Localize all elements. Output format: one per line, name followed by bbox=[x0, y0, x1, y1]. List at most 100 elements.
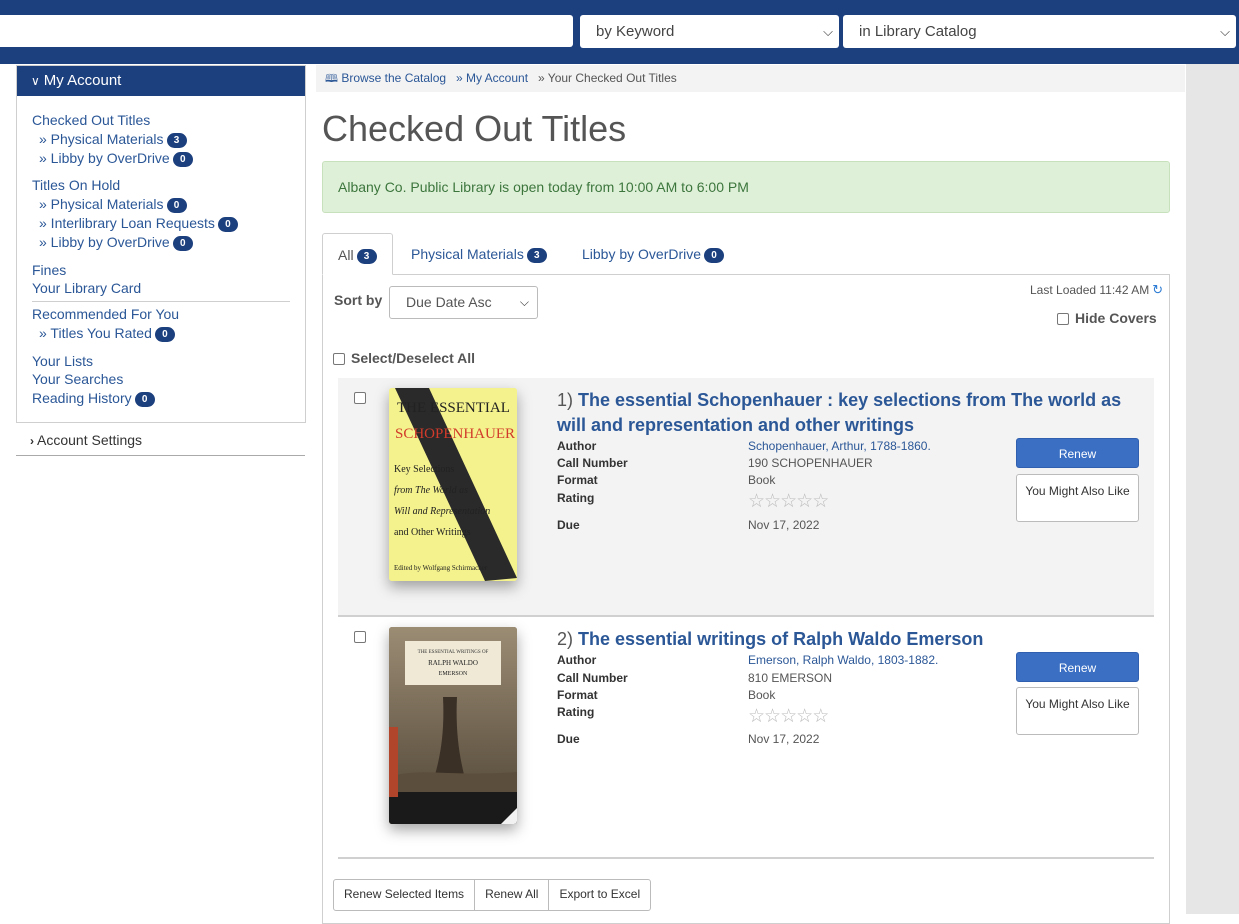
star-icon[interactable]: ☆ bbox=[812, 706, 829, 727]
due-value: Nov 17, 2022 bbox=[748, 732, 820, 746]
cover-title-line: THE ESSENTIAL bbox=[397, 400, 510, 416]
my-account-header[interactable]: ∨ My Account bbox=[17, 66, 305, 96]
select-all-toggle[interactable]: Select/Deselect All bbox=[333, 350, 475, 366]
search-input[interactable] bbox=[0, 15, 573, 47]
star-icon[interactable]: ☆ bbox=[796, 706, 813, 727]
chevron-right-icon: › bbox=[30, 434, 34, 448]
hide-covers-toggle[interactable]: Hide Covers bbox=[1057, 310, 1157, 326]
item-checkbox[interactable] bbox=[354, 631, 366, 643]
sidebar-item-label: Reading History bbox=[32, 390, 132, 406]
author-value[interactable]: Schopenhauer, Arthur, 1788-1860. bbox=[748, 439, 931, 453]
item-title[interactable]: 1) The essential Schopenhauer : key sele… bbox=[557, 388, 1137, 438]
author-label: Author bbox=[557, 653, 597, 667]
cover-title-line: EMERSON bbox=[439, 671, 468, 677]
star-icon[interactable]: ☆ bbox=[748, 706, 765, 727]
breadcrumb-account[interactable]: » My Account bbox=[456, 65, 528, 92]
sidebar-item-checked-out[interactable]: Checked Out Titles bbox=[32, 112, 150, 128]
author-label: Author bbox=[557, 439, 597, 453]
sidebar-item-searches[interactable]: Your Searches bbox=[32, 371, 123, 387]
item-title-link[interactable]: The essential Schopenhauer : key selecti… bbox=[557, 390, 1121, 435]
chevron-down-icon: ∨ bbox=[31, 74, 40, 88]
format-value: Book bbox=[748, 473, 776, 487]
tab-label: Physical Materials bbox=[411, 246, 524, 262]
item-title-link[interactable]: The essential writings of Ralph Waldo Em… bbox=[578, 629, 983, 649]
library-hours-alert: Albany Co. Public Library is open today … bbox=[322, 161, 1170, 213]
sidebar-item-checked-physical[interactable]: » Physical Materials 3 bbox=[39, 131, 187, 148]
star-icon[interactable]: ☆ bbox=[780, 491, 797, 512]
call-number-value: 190 SCHOPENHAUER bbox=[748, 456, 873, 470]
breadcrumb-account-link[interactable]: » My Account bbox=[456, 71, 528, 85]
breadcrumb-browse[interactable]: 🕮 Browse the Catalog bbox=[325, 65, 446, 93]
count-badge: 3 bbox=[356, 249, 377, 264]
breadcrumb: 🕮 Browse the Catalog » My Account » Your… bbox=[316, 65, 1185, 92]
tab-libby-overdrive[interactable]: Libby by OverDrive 0 bbox=[582, 233, 725, 275]
tab-all[interactable]: All 3 bbox=[322, 233, 393, 275]
sidebar-item-library-card[interactable]: Your Library Card bbox=[32, 280, 141, 296]
sidebar-item-reading-history[interactable]: Reading History 0 bbox=[32, 390, 155, 407]
breadcrumb-browse-link[interactable]: Browse the Catalog bbox=[341, 71, 446, 85]
chevron-down-icon: ⌵ bbox=[1220, 24, 1230, 39]
sort-select[interactable]: Due Date Asc ⌵ bbox=[389, 286, 538, 319]
format-label: Format bbox=[557, 473, 598, 487]
book-cover[interactable]: THE ESSENTIAL WRITINGS OF RALPH WALDO EM… bbox=[389, 627, 517, 824]
item-number: 2) bbox=[557, 629, 574, 649]
sidebar-item-lists[interactable]: Your Lists bbox=[32, 353, 93, 369]
account-settings-toggle[interactable]: › Account Settings bbox=[16, 428, 305, 456]
star-rating[interactable]: ☆☆☆☆☆ bbox=[748, 490, 829, 513]
you-might-also-like-button[interactable]: You Might Also Like bbox=[1016, 474, 1139, 522]
book-cover[interactable]: THE ESSENTIAL SCHOPENHAUER Key Selection… bbox=[389, 388, 517, 581]
bulk-action-buttons: Renew Selected Items Renew All Export to… bbox=[333, 879, 652, 911]
search-by-select[interactable]: by Keyword ⌵ bbox=[580, 15, 839, 48]
refresh-icon[interactable]: ↻ bbox=[1152, 282, 1163, 297]
sidebar-item-on-hold[interactable]: Titles On Hold bbox=[32, 177, 120, 193]
sidebar-item-hold-ill[interactable]: » Interlibrary Loan Requests 0 bbox=[39, 215, 238, 232]
cover-title-line: RALPH WALDO bbox=[428, 659, 478, 667]
sidebar-item-hold-libby[interactable]: » Libby by OverDrive 0 bbox=[39, 234, 193, 251]
count-badge: 0 bbox=[166, 198, 187, 213]
search-in-select[interactable]: in Library Catalog ⌵ bbox=[843, 15, 1236, 48]
star-icon[interactable]: ☆ bbox=[764, 706, 781, 727]
renew-button[interactable]: Renew bbox=[1016, 652, 1139, 682]
count-badge: 0 bbox=[217, 217, 238, 232]
cover-subtitle-line: from The World as bbox=[394, 485, 468, 496]
item-checkbox[interactable] bbox=[354, 392, 366, 404]
count-badge: 3 bbox=[526, 248, 547, 263]
list-item: THE ESSENTIAL WRITINGS OF RALPH WALDO EM… bbox=[338, 617, 1154, 859]
call-number-label: Call Number bbox=[557, 456, 628, 470]
star-icon[interactable]: ☆ bbox=[764, 491, 781, 512]
page-title: Checked Out Titles bbox=[322, 108, 627, 149]
top-search-bar: by Keyword ⌵ in Library Catalog ⌵ bbox=[0, 0, 1239, 64]
select-all-checkbox[interactable] bbox=[333, 353, 345, 365]
sidebar-item-label: » Libby by OverDrive bbox=[39, 150, 170, 166]
renew-selected-button[interactable]: Renew Selected Items bbox=[334, 880, 476, 910]
due-value: Nov 17, 2022 bbox=[748, 518, 820, 532]
sidebar-item-hold-physical[interactable]: » Physical Materials 0 bbox=[39, 196, 187, 213]
star-icon[interactable]: ☆ bbox=[796, 491, 813, 512]
star-icon[interactable]: ☆ bbox=[748, 491, 765, 512]
author-value[interactable]: Emerson, Ralph Waldo, 1803-1882. bbox=[748, 653, 938, 667]
star-icon[interactable]: ☆ bbox=[780, 706, 797, 727]
renew-all-button[interactable]: Renew All bbox=[475, 880, 550, 910]
export-excel-button[interactable]: Export to Excel bbox=[549, 880, 650, 910]
star-rating[interactable]: ☆☆☆☆☆ bbox=[748, 705, 829, 728]
last-loaded-text: Last Loaded 11:42 AM bbox=[1030, 283, 1150, 297]
sidebar-item-fines[interactable]: Fines bbox=[32, 262, 66, 278]
hide-covers-checkbox[interactable] bbox=[1057, 313, 1069, 325]
tab-label: All bbox=[338, 247, 354, 263]
sidebar-item-checked-libby[interactable]: » Libby by OverDrive 0 bbox=[39, 150, 193, 167]
hide-covers-label: Hide Covers bbox=[1075, 310, 1157, 326]
cover-subtitle-line: Will and Representation bbox=[394, 506, 490, 517]
rating-label: Rating bbox=[557, 705, 595, 719]
count-badge: 0 bbox=[134, 392, 155, 407]
renew-button[interactable]: Renew bbox=[1016, 438, 1139, 468]
you-might-also-like-button[interactable]: You Might Also Like bbox=[1016, 687, 1139, 735]
search-by-value: by Keyword bbox=[596, 23, 675, 40]
cover-subtitle-line: and Other Writings bbox=[394, 527, 471, 538]
tab-physical-materials[interactable]: Physical Materials 3 bbox=[411, 233, 547, 275]
item-title[interactable]: 2) The essential writings of Ralph Waldo… bbox=[557, 627, 1137, 652]
sidebar-item-recommended[interactable]: Recommended For You bbox=[32, 306, 179, 322]
star-icon[interactable]: ☆ bbox=[812, 491, 829, 512]
sidebar-item-titles-rated[interactable]: » Titles You Rated 0 bbox=[39, 325, 175, 342]
account-settings-label: Account Settings bbox=[37, 432, 143, 448]
call-number-label: Call Number bbox=[557, 671, 628, 685]
